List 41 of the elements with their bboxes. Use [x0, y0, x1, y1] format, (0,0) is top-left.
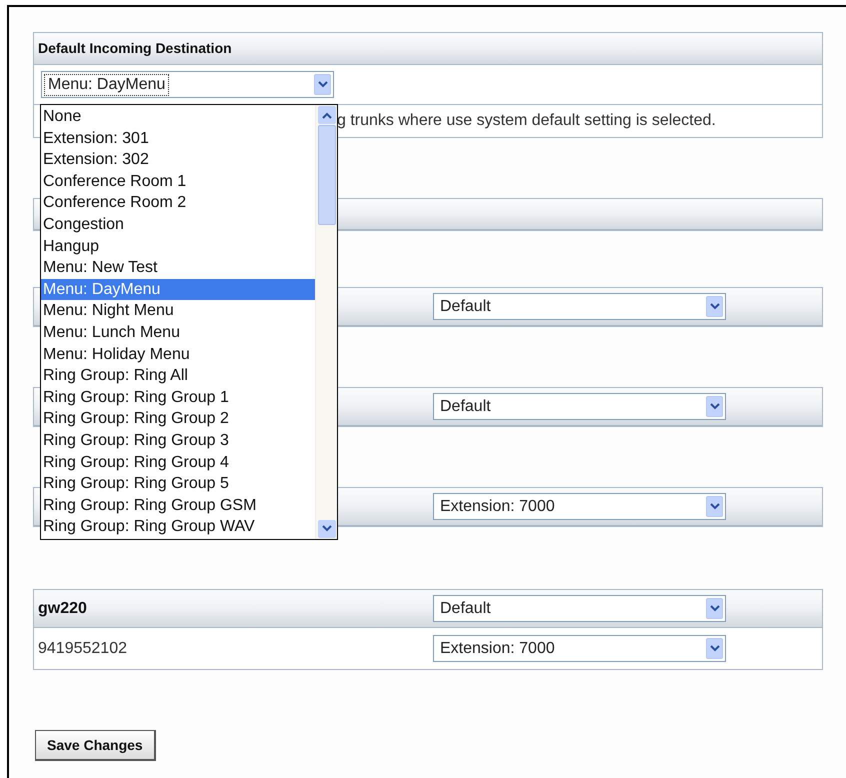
scroll-up-icon[interactable] [318, 106, 336, 124]
trunk-name: gw220 [38, 598, 87, 618]
dropdown-option[interactable]: Extension: 302 [41, 149, 315, 171]
dropdown-option[interactable]: Ring Group: Ring Group GSM [41, 494, 315, 516]
dropdown-option[interactable]: Ring Group: Ring Group 4 [41, 452, 315, 474]
dropdown-select[interactable]: Extension: 7000 [433, 635, 726, 662]
dropdown-option[interactable]: Menu: New Test [41, 257, 315, 279]
dropdown-option[interactable]: Congestion [41, 214, 315, 236]
dropdown-option[interactable]: Menu: Night Menu [41, 300, 315, 322]
dropdown-option[interactable]: None [41, 106, 315, 128]
dropdown-select[interactable]: Default [433, 293, 726, 320]
dropdown-option[interactable]: Conference Room 2 [41, 192, 315, 214]
dropdown-option[interactable]: Ring Group: Ring Group WAV [41, 516, 315, 538]
did-number: 9419552102 [38, 638, 127, 658]
dropdown-option[interactable]: Ring Group: Ring Group 1 [41, 386, 315, 408]
dropdown-option[interactable]: Menu: Lunch Menu [41, 322, 315, 344]
dropdown-option[interactable]: Menu: Holiday Menu [41, 344, 315, 366]
dropdown-select[interactable]: Default [433, 595, 726, 622]
caret-icon [706, 396, 723, 417]
caret-icon [706, 598, 723, 619]
dropdown-select[interactable]: Extension: 7000 [433, 493, 726, 520]
caret-icon [314, 74, 331, 95]
caret-icon [706, 638, 723, 659]
dropdown-option[interactable]: Extension: 301 [41, 128, 315, 150]
scroll-thumb[interactable] [318, 125, 336, 225]
dropdown-select[interactable]: Default [433, 393, 726, 420]
description-text: g trunks where use system default setting is selected. [337, 111, 716, 131]
dropdown-select[interactable]: Menu: DayMenu [41, 71, 334, 98]
dropdown-option[interactable]: Conference Room 1 [41, 170, 315, 192]
dropdown-option[interactable]: Ring Group: Ring Group 3 [41, 430, 315, 452]
scroll-down-icon[interactable] [318, 520, 336, 538]
panel-title: Default Incoming Destination [38, 39, 232, 58]
save-button[interactable]: Save Changes [35, 730, 156, 761]
dropdown-option[interactable]: Ring Group: Ring All [41, 365, 315, 387]
dropdown-option[interactable]: Menu: DayMenu [41, 278, 315, 300]
dropdown-option[interactable]: Ring Group: Ring Group 5 [41, 473, 315, 495]
caret-icon [706, 496, 723, 517]
scrollbar[interactable] [315, 105, 337, 539]
dropdown-option[interactable]: Ring Group: Ring Group 2 [41, 408, 315, 430]
caret-icon [706, 296, 723, 317]
dropdown-option[interactable]: Hangup [41, 236, 315, 258]
